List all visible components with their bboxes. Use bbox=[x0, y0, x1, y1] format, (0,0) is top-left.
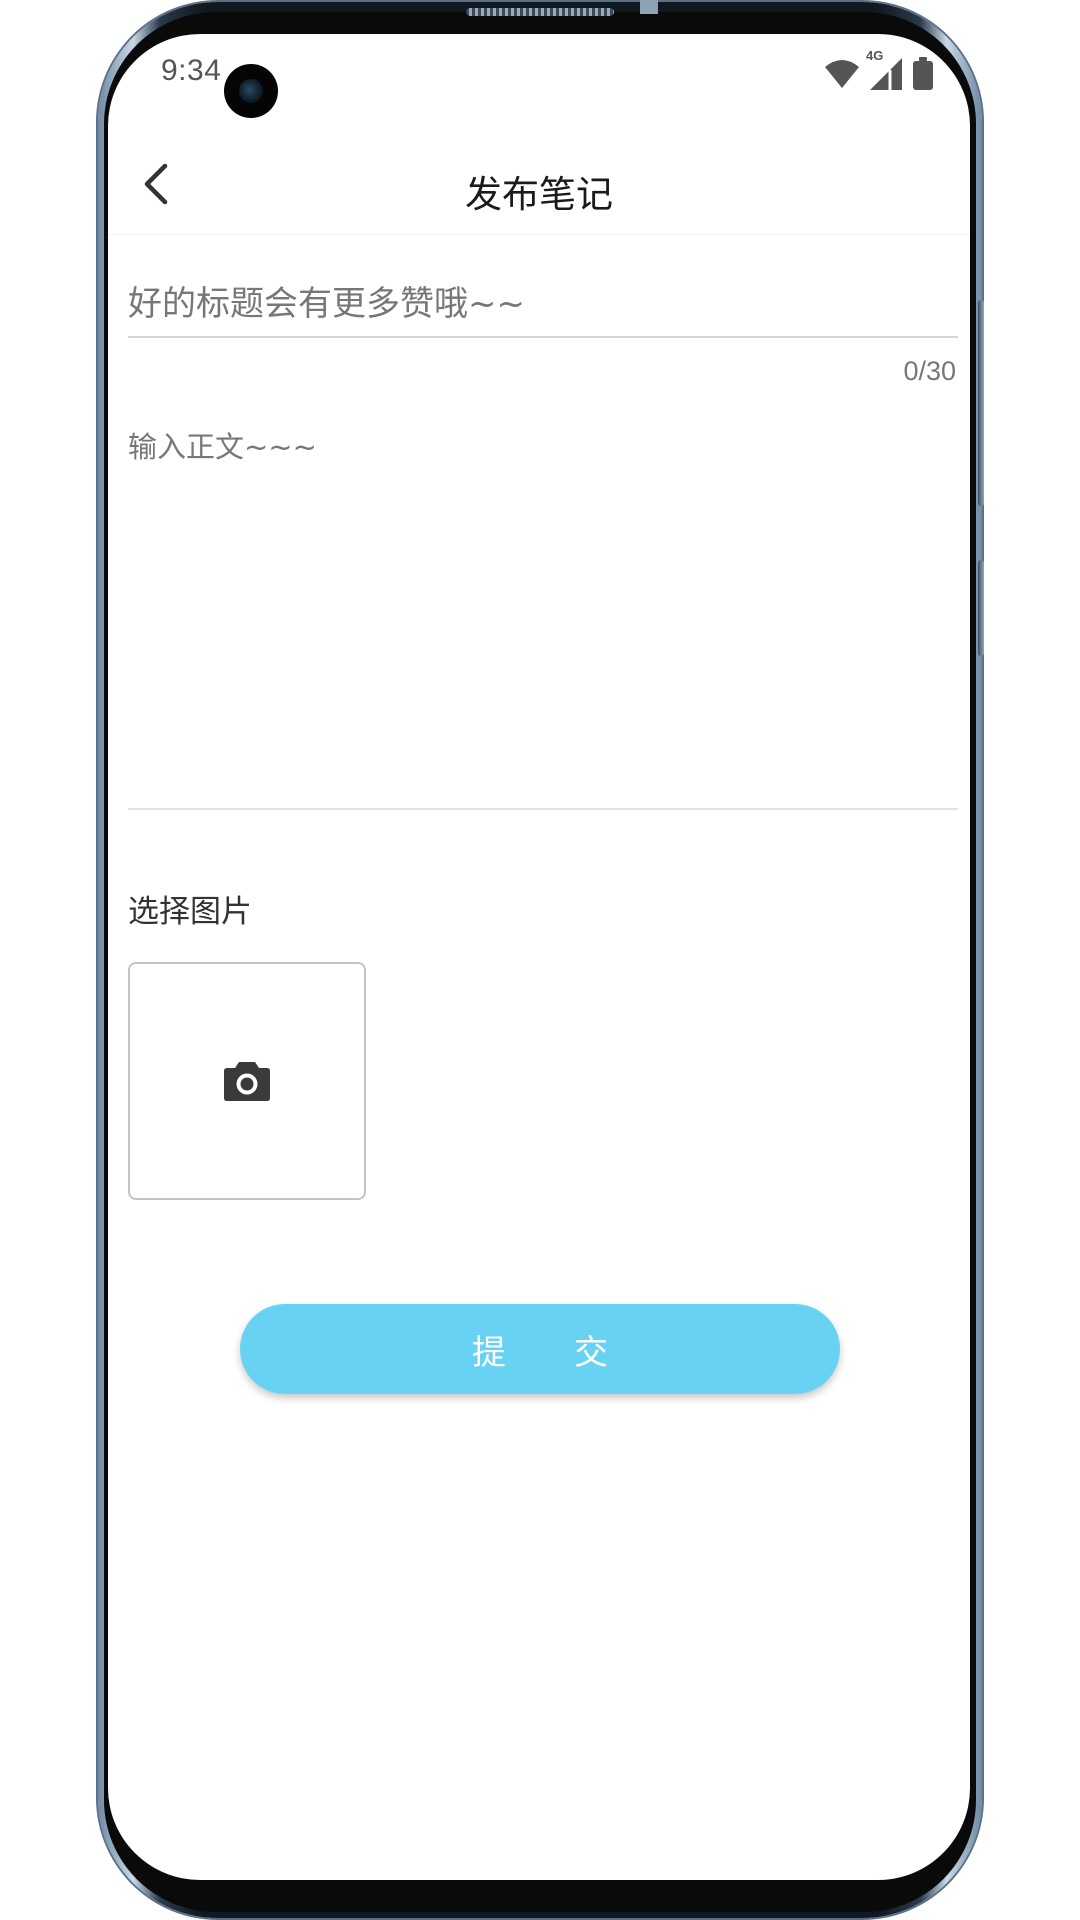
title-divider bbox=[128, 336, 958, 338]
battery-icon bbox=[913, 57, 933, 90]
earpiece-speaker bbox=[466, 8, 614, 16]
image-section-label: 选择图片 bbox=[128, 894, 252, 930]
camera-icon bbox=[224, 1062, 270, 1101]
status-icons: 4G bbox=[824, 48, 934, 94]
volume-button bbox=[978, 300, 984, 506]
top-sensor bbox=[640, 0, 658, 14]
device-canvas: 9:34 4G 发布笔记 好的标题会有更多赞哦~~ 0/30 输入正文~~~ 选… bbox=[0, 0, 1080, 1920]
wifi-icon bbox=[825, 60, 859, 88]
front-camera bbox=[224, 64, 278, 118]
status-time: 9:34 bbox=[161, 54, 222, 87]
note-body-input[interactable] bbox=[128, 424, 958, 804]
title-char-counter: 0/30 bbox=[903, 356, 956, 386]
signal-icon: 4G bbox=[866, 48, 904, 92]
body-divider bbox=[128, 808, 958, 810]
screen: 9:34 4G 发布笔记 好的标题会有更多赞哦~~ 0/30 输入正文~~~ 选… bbox=[108, 34, 970, 1880]
page-title: 发布笔记 bbox=[465, 174, 613, 215]
add-image-button[interactable] bbox=[128, 962, 366, 1200]
app-bar: 发布笔记 bbox=[108, 124, 970, 235]
submit-button[interactable]: 提交 bbox=[240, 1304, 840, 1394]
note-title-input[interactable] bbox=[128, 274, 958, 334]
network-type-label: 4G bbox=[866, 48, 884, 63]
power-button bbox=[978, 560, 984, 656]
